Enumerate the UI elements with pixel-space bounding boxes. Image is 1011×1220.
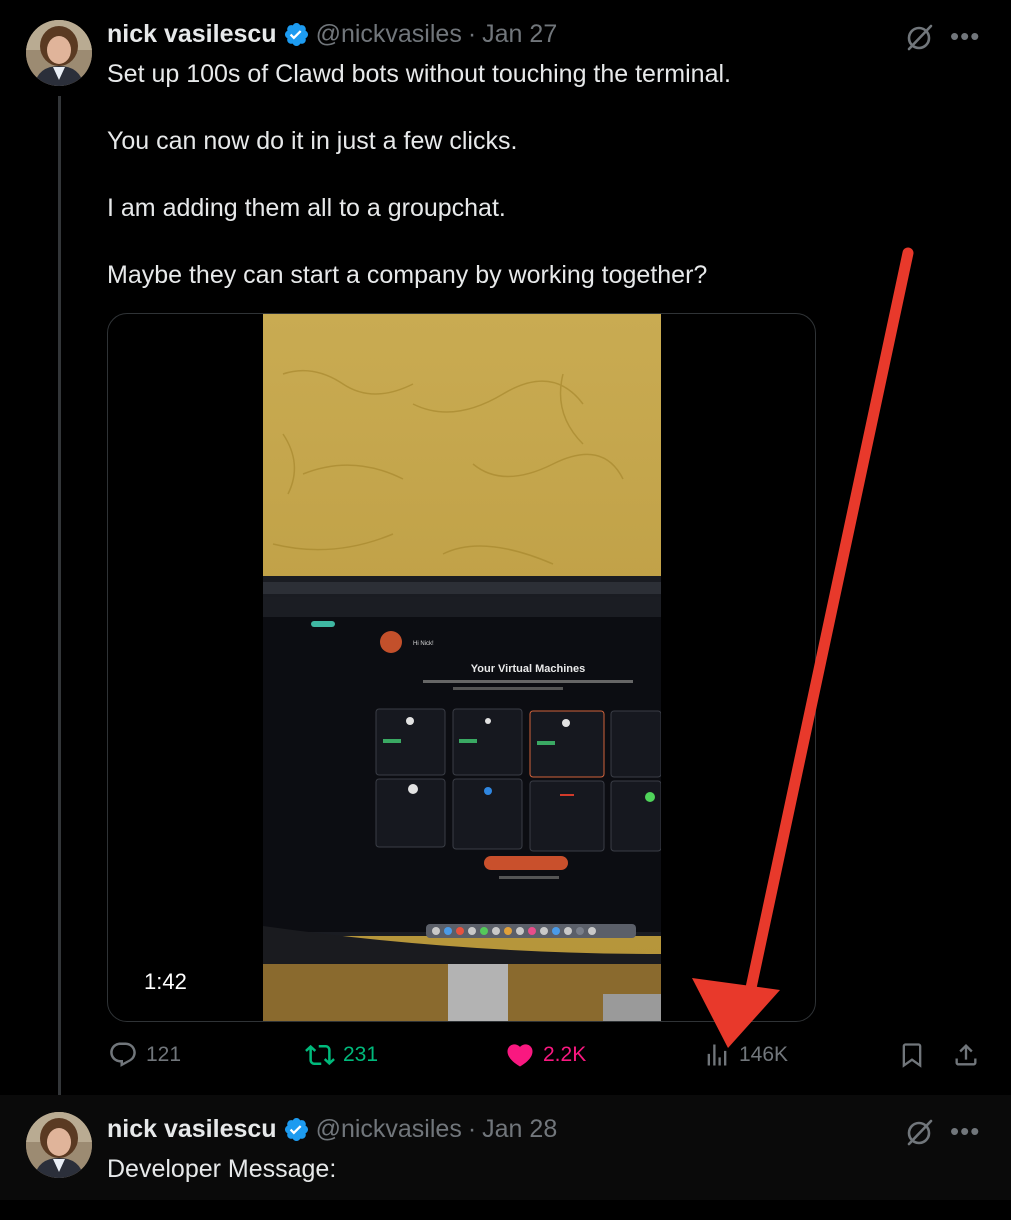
author-handle[interactable]: @nickvasiles (316, 20, 462, 49)
author-name[interactable]: nick vasilescu (107, 1115, 277, 1144)
bookmark-button[interactable] (898, 1040, 934, 1070)
tweet-main[interactable]: nick vasilescu @nickvasiles · Jan 27 •••… (0, 0, 1011, 1095)
thread-line (58, 96, 61, 1095)
views-count: 146K (739, 1043, 789, 1066)
grok-icon[interactable] (903, 21, 935, 53)
video-duration: 1:42 (144, 969, 187, 994)
tweet-text: Set up 100s of Clawd bots without touchi… (107, 58, 827, 326)
views-icon (707, 1044, 727, 1066)
tweet-header: nick vasilescu @nickvasiles · Jan 27 (107, 20, 557, 49)
share-icon (955, 1044, 977, 1066)
tweet-header: nick vasilescu @nickvasiles · Jan 28 (107, 1115, 557, 1144)
avatar[interactable] (26, 20, 92, 86)
like-count: 2.2K (543, 1043, 587, 1066)
video-frame[interactable]: Hi Nick! Your Virtual Machines (263, 314, 661, 1021)
grok-icon[interactable] (903, 1116, 935, 1148)
tweet-date[interactable]: Jan 27 (482, 20, 557, 49)
bookmark-icon (902, 1043, 922, 1068)
repost-button[interactable]: 231 (305, 1040, 378, 1070)
video-player[interactable]: Hi Nick! Your Virtual Machines 1:42 (107, 313, 816, 1022)
tweet-actions: 121 231 2.2K 146K (0, 1040, 1011, 1080)
like-icon (507, 1044, 533, 1067)
separator-dot: · (467, 20, 477, 48)
author-name[interactable]: nick vasilescu (107, 20, 277, 49)
more-icon[interactable]: ••• (950, 23, 980, 56)
tweet-text: Developer Message: (107, 1153, 827, 1220)
tweet-paragraph: I am adding them all to a groupchat. (107, 194, 506, 222)
video-thumbnail: Hi Nick! Your Virtual Machines (263, 314, 661, 1021)
tweet-date[interactable]: Jan 28 (482, 1115, 557, 1144)
repost-count: 231 (343, 1043, 379, 1066)
tweet-paragraph: Developer Message: (107, 1155, 337, 1183)
screen-greeting: Hi Nick! (413, 641, 434, 647)
tweet-paragraph: Maybe they can start a company by workin… (107, 261, 708, 289)
separator-dot: · (467, 1115, 477, 1143)
reply-button[interactable]: 121 (108, 1040, 181, 1070)
avatar[interactable] (26, 1112, 92, 1178)
author-handle[interactable]: @nickvasiles (316, 1115, 462, 1144)
reply-count: 121 (146, 1043, 182, 1066)
tweet-reply[interactable]: nick vasilescu @nickvasiles · Jan 28 •••… (0, 1095, 1011, 1200)
share-button[interactable] (952, 1040, 988, 1070)
views-button[interactable]: 146K (703, 1040, 788, 1070)
tweet-paragraph: You can now do it in just a few clicks. (107, 127, 518, 155)
like-button[interactable]: 2.2K (505, 1040, 586, 1070)
screen-heading: Your Virtual Machines (471, 663, 586, 675)
verified-badge-icon[interactable] (283, 21, 310, 48)
reply-icon (110, 1042, 136, 1067)
tweet-paragraph: Set up 100s of Clawd bots without touchi… (107, 60, 731, 88)
verified-badge-icon[interactable] (283, 1116, 310, 1143)
more-icon[interactable]: ••• (950, 1118, 980, 1151)
repost-icon (305, 1044, 335, 1066)
